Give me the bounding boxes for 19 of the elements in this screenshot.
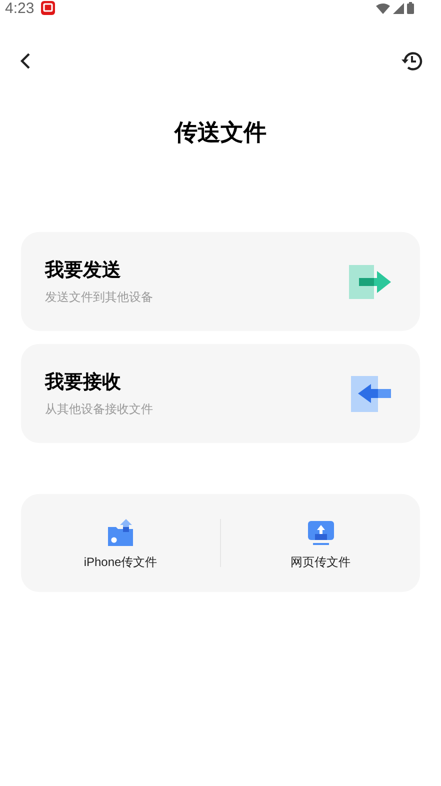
battery-icon (407, 2, 414, 14)
option-title: 我要发送 (45, 258, 122, 282)
notification-icon (40, 0, 56, 16)
history-icon[interactable] (400, 49, 424, 73)
option-card[interactable]: 我要发送 发送文件到其他设备 (21, 232, 420, 331)
send-arrow-icon (349, 264, 391, 298)
folder-upload-icon (108, 518, 134, 546)
option-card[interactable]: 我要接收 从其他设备接收文件 (21, 344, 420, 443)
option-subtitle: 从其他设备接收文件 (45, 400, 153, 416)
monitor-upload-icon (308, 520, 334, 546)
signal-icon (393, 2, 404, 14)
status-time: 4:23 (5, 0, 34, 16)
wifi-icon (376, 2, 390, 14)
page-title: 传送文件 (173, 118, 268, 147)
option-title: 我要接收 (45, 370, 122, 394)
shortcut-button[interactable]: iPhone传文件 (21, 516, 220, 570)
shortcut-button[interactable]: 网页传文件 (221, 516, 420, 570)
option-subtitle: 发送文件到其他设备 (45, 288, 153, 304)
receive-arrow-icon (351, 376, 391, 412)
